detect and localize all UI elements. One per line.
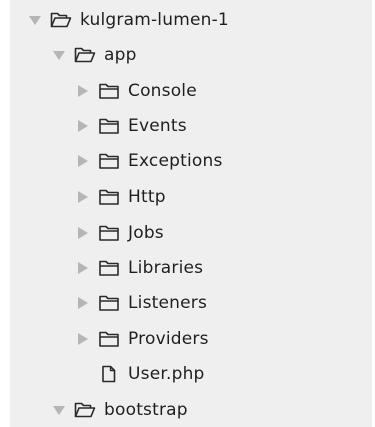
file-tree-panel: kulgram-lumen-1 app Console Events Excep… — [10, 0, 372, 427]
folder-icon — [98, 294, 120, 312]
folder-icon — [98, 82, 120, 100]
tree-item-libraries[interactable]: Libraries — [76, 251, 203, 285]
tree-item-label: Http — [128, 187, 166, 207]
tree-item-label: Jobs — [128, 223, 164, 243]
tree-item-label: kulgram-lumen-1 — [80, 10, 229, 30]
folder-icon — [98, 259, 120, 277]
chevron-right-icon[interactable] — [76, 261, 90, 275]
tree-item-providers[interactable]: Providers — [76, 322, 209, 356]
folder-icon — [98, 224, 120, 242]
tree-item-console[interactable]: Console — [76, 74, 197, 108]
tree-item-events[interactable]: Events — [76, 109, 187, 143]
tree-item-label: User.php — [128, 364, 205, 384]
tree-item-label: Console — [128, 81, 197, 101]
tree-item-label: Listeners — [128, 293, 208, 313]
folder-icon — [98, 152, 120, 170]
folder-icon — [98, 117, 120, 135]
chevron-right-icon[interactable] — [76, 154, 90, 168]
tree-item-listeners[interactable]: Listeners — [76, 286, 207, 320]
tree-item-label: Events — [128, 116, 187, 136]
chevron-right-icon[interactable] — [76, 226, 90, 240]
tree-item-label: bootstrap — [104, 400, 188, 420]
arrow-spacer — [76, 367, 90, 381]
tree-item-exceptions[interactable]: Exceptions — [76, 144, 223, 178]
chevron-down-icon[interactable] — [52, 48, 66, 62]
folder-icon — [98, 188, 120, 206]
tree-item-label: app — [104, 45, 137, 65]
tree-item-root[interactable]: kulgram-lumen-1 — [28, 3, 229, 37]
tree-item-app[interactable]: app — [52, 38, 137, 72]
chevron-down-icon[interactable] — [28, 13, 42, 27]
folder-open-icon — [74, 46, 96, 64]
tree-item-label: Exceptions — [128, 151, 223, 171]
chevron-right-icon[interactable] — [76, 296, 90, 310]
file-icon — [98, 365, 120, 383]
tree-item-http[interactable]: Http — [76, 180, 166, 214]
chevron-right-icon[interactable] — [76, 332, 90, 346]
tree-item-bootstrap[interactable]: bootstrap — [52, 393, 188, 427]
chevron-right-icon[interactable] — [76, 84, 90, 98]
folder-icon — [98, 330, 120, 348]
folder-open-icon — [50, 11, 72, 29]
chevron-right-icon[interactable] — [76, 119, 90, 133]
chevron-down-icon[interactable] — [52, 403, 66, 417]
tree-item-user-php[interactable]: User.php — [76, 357, 205, 391]
tree-item-jobs[interactable]: Jobs — [76, 216, 164, 250]
tree-item-label: Providers — [128, 329, 209, 349]
chevron-right-icon[interactable] — [76, 190, 90, 204]
tree-item-label: Libraries — [128, 258, 204, 278]
folder-open-icon — [74, 401, 96, 419]
